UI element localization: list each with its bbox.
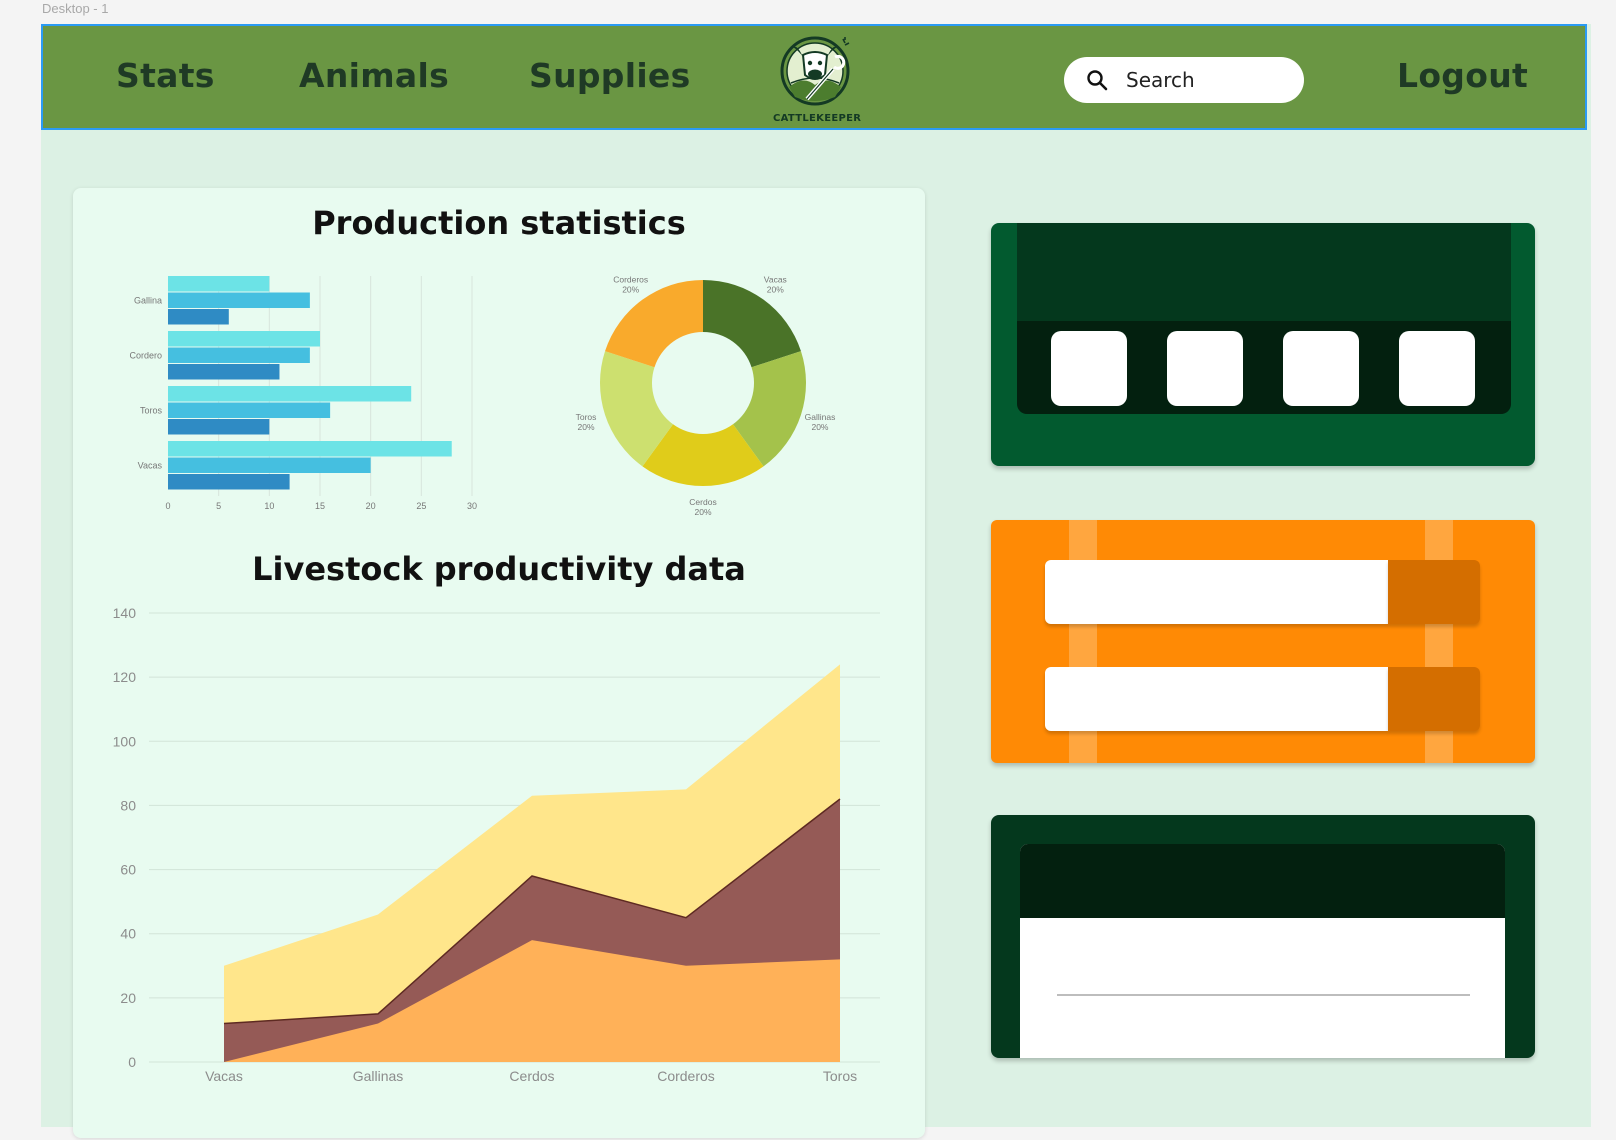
input-bar-1-action[interactable] xyxy=(1388,560,1480,624)
livestock-productivity-title: Livestock productivity data xyxy=(252,550,746,588)
slice-percent-label: 20% xyxy=(767,284,784,294)
tile-tray xyxy=(1017,321,1511,414)
category-label: Toros xyxy=(140,406,163,416)
search-input[interactable] xyxy=(1126,68,1286,92)
bar xyxy=(168,364,280,380)
bar xyxy=(168,419,270,435)
slice-percent-label: 20% xyxy=(811,422,828,432)
slice-label: Gallinas xyxy=(805,412,836,422)
tile-button-1[interactable] xyxy=(1051,331,1127,406)
bar xyxy=(168,331,320,347)
bar xyxy=(168,402,331,418)
form-sheet xyxy=(1020,844,1505,1058)
y-tick-label: 60 xyxy=(120,862,136,878)
frame-label: Desktop - 1 xyxy=(42,1,109,16)
nav-stats-link[interactable]: Stats xyxy=(116,56,215,95)
y-tick-label: 140 xyxy=(113,605,137,621)
input-bar-1[interactable] xyxy=(1045,560,1388,624)
category-label: Cordero xyxy=(129,351,162,361)
productivity-area-chart: 0 20 40 60 80 100 120 140 Vacas Gallinas Cerdos Cor… xyxy=(113,605,880,1084)
x-tick-label: 15 xyxy=(315,501,325,511)
bar xyxy=(168,347,310,363)
slice-label: Corderos xyxy=(613,274,648,284)
logo-wordmark: CATTLEKEEPER xyxy=(773,113,862,124)
y-tick-label: 80 xyxy=(120,797,136,813)
card-header xyxy=(1017,223,1511,321)
x-tick-label: 10 xyxy=(264,501,274,511)
statistics-panel: Production statistics 0 5 10 15 20 25 30 Gallin… xyxy=(73,188,925,1138)
bar xyxy=(168,386,412,402)
logout-button[interactable]: Logout xyxy=(1397,56,1528,95)
cow-badge-icon xyxy=(780,36,850,106)
search-icon xyxy=(1087,70,1108,91)
slice-percent-label: 20% xyxy=(694,507,711,517)
y-tick-label: 120 xyxy=(113,669,137,685)
donut-slice xyxy=(605,280,703,368)
category-label: Gallina xyxy=(134,296,162,306)
tile-button-2[interactable] xyxy=(1167,331,1243,406)
production-bar-chart: 0 5 10 15 20 25 30 Gallina Cordero Toros Vacas xyxy=(129,276,477,511)
bar xyxy=(168,457,371,473)
production-donut-chart: Vacas20%Gallinas20%Cerdos20%Toros20%Cord… xyxy=(576,274,836,517)
form-sheet-header xyxy=(1020,844,1505,918)
slice-label: Cerdos xyxy=(689,497,716,507)
y-tick-label: 0 xyxy=(128,1054,136,1070)
bar xyxy=(168,474,290,490)
nav-animals-link[interactable]: Animals xyxy=(299,56,449,95)
bar xyxy=(168,276,270,292)
nav-supplies-link[interactable]: Supplies xyxy=(529,56,691,95)
production-statistics-title: Production statistics xyxy=(312,204,686,242)
y-tick-label: 100 xyxy=(113,733,137,749)
y-tick-label: 20 xyxy=(120,990,136,1006)
form-input-line[interactable] xyxy=(1057,994,1470,996)
app-canvas: Stats Animals Supplies CATTLEKEEPER Sear… xyxy=(41,24,1591,1138)
dark-form-card xyxy=(991,815,1535,1058)
bar xyxy=(168,309,229,325)
orange-inputs-card xyxy=(991,520,1535,763)
slice-percent-label: 20% xyxy=(578,422,595,432)
x-tick-label: Gallinas xyxy=(353,1068,404,1084)
top-navbar: Stats Animals Supplies CATTLEKEEPER Sear… xyxy=(41,24,1587,130)
y-tick-label: 40 xyxy=(120,926,136,942)
x-tick-label: Toros xyxy=(823,1068,857,1084)
slice-percent-label: 20% xyxy=(622,284,639,294)
input-bar-2[interactable] xyxy=(1045,667,1388,731)
slice-label: Vacas xyxy=(764,274,787,284)
donut-slice xyxy=(703,280,801,368)
x-tick-label: Vacas xyxy=(205,1068,243,1084)
tile-button-3[interactable] xyxy=(1283,331,1359,406)
x-tick-label: 0 xyxy=(165,501,170,511)
x-tick-label: 30 xyxy=(467,501,477,511)
search-bar[interactable] xyxy=(1064,57,1304,103)
bar xyxy=(168,292,310,308)
bar xyxy=(168,441,452,457)
input-bar-2-action[interactable] xyxy=(1388,667,1480,731)
x-tick-label: Corderos xyxy=(657,1068,715,1084)
x-tick-label: 5 xyxy=(216,501,221,511)
green-tiles-card xyxy=(991,223,1535,466)
x-tick-label: 25 xyxy=(416,501,426,511)
cattlekeeper-logo[interactable]: CATTLEKEEPER xyxy=(773,35,861,127)
category-label: Vacas xyxy=(138,461,163,471)
tile-button-4[interactable] xyxy=(1399,331,1475,406)
x-tick-label: Cerdos xyxy=(509,1068,554,1084)
x-tick-label: 20 xyxy=(366,501,376,511)
slice-label: Toros xyxy=(576,412,597,422)
